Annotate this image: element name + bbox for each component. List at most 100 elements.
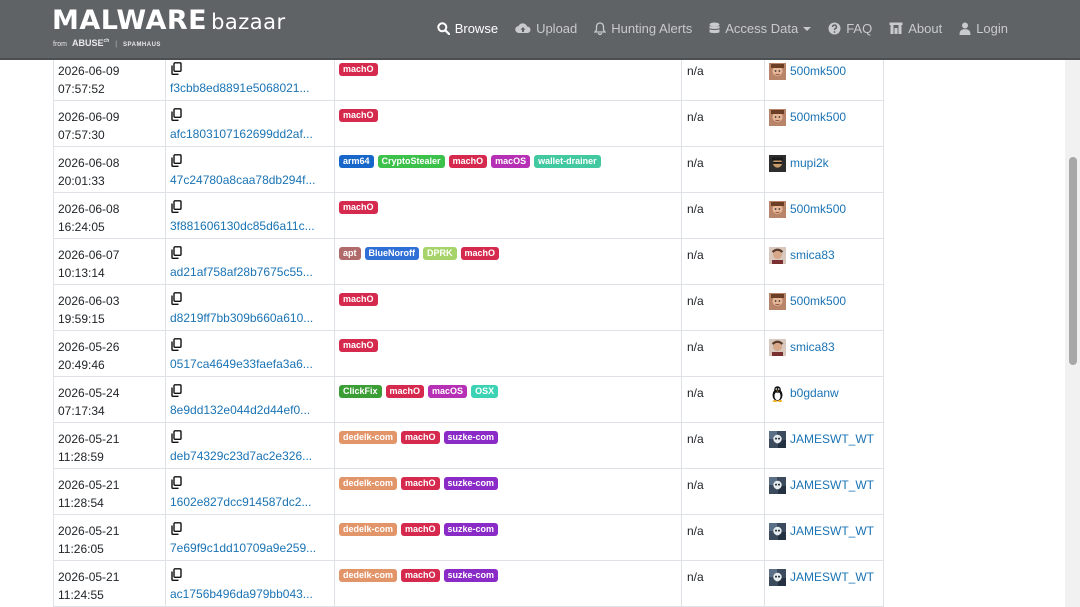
- tag-badge[interactable]: DPRK: [423, 247, 457, 260]
- brand-subtitle: bazaar: [211, 10, 286, 34]
- tag-badge[interactable]: suzke-com: [443, 569, 499, 582]
- sha256-hash-link[interactable]: ac1756b496da979bb043...: [170, 584, 330, 604]
- tag-badge[interactable]: machO: [460, 247, 500, 260]
- tag-badge[interactable]: machO: [401, 431, 440, 444]
- copy-icon[interactable]: [171, 430, 330, 444]
- hash-cell: deb74329c23d7ac2e326...: [165, 422, 335, 469]
- nav-hunting-alerts[interactable]: Hunting Alerts: [594, 21, 692, 36]
- tag-badge[interactable]: machO: [401, 569, 440, 582]
- skull-avatar: [769, 522, 786, 540]
- first-seen-date: 2026-05-21: [58, 478, 120, 492]
- tags-cell: ClickFix machO macOS OSX: [334, 376, 682, 423]
- tag-badge[interactable]: arm64: [339, 155, 374, 168]
- tag-badge[interactable]: machO: [385, 385, 425, 398]
- chevron-down-icon: [803, 27, 812, 31]
- reporter-link[interactable]: smica83: [790, 338, 835, 356]
- penguin-avatar: [769, 384, 786, 402]
- sha256-hash-link[interactable]: 47c24780a8caa78db294f...: [170, 170, 330, 190]
- nav-upload[interactable]: Upload: [515, 21, 577, 36]
- tag-badge[interactable]: ClickFix: [339, 385, 382, 398]
- tags-cell: machO: [334, 100, 682, 147]
- tag-badge[interactable]: OSX: [471, 385, 499, 398]
- tag-badge[interactable]: machO: [339, 201, 378, 214]
- reporter: JAMESWT_WT: [769, 568, 879, 586]
- date-cell: 2026-05-21 11:28:59: [53, 422, 166, 469]
- reporter-link[interactable]: JAMESWT_WT: [790, 568, 874, 586]
- reporter-link[interactable]: JAMESWT_WT: [790, 522, 874, 540]
- tag-badge[interactable]: dedelk-com: [339, 523, 398, 536]
- scrollbar-thumb[interactable]: [1069, 157, 1077, 365]
- scrollbar[interactable]: [1065, 60, 1080, 607]
- tag-badge[interactable]: macOS: [491, 155, 531, 168]
- tag-badge[interactable]: machO: [339, 293, 378, 306]
- sha256-hash-link[interactable]: 3f881606130dc85d6a11c...: [170, 216, 330, 236]
- reporter-link[interactable]: JAMESWT_WT: [790, 476, 874, 494]
- copy-icon[interactable]: [171, 568, 330, 582]
- brand-byline: from ABUSEch | SPAMHAUS: [53, 38, 161, 48]
- tag-badge[interactable]: suzke-com: [443, 477, 499, 490]
- tag-badge[interactable]: apt: [339, 247, 361, 260]
- reporter-link[interactable]: smica83: [790, 246, 835, 264]
- nav-faq[interactable]: FAQ: [828, 21, 872, 36]
- nav-browse[interactable]: Browse: [437, 21, 498, 36]
- copy-icon[interactable]: [171, 476, 330, 490]
- nav-login[interactable]: Login: [959, 21, 1008, 36]
- nav-about[interactable]: About: [889, 21, 942, 36]
- sha256-hash-link[interactable]: 0517ca4649e33faefa3a6...: [170, 354, 330, 374]
- tag-badge[interactable]: wallet-drainer: [534, 155, 601, 168]
- first-seen-time: 19:59:15: [58, 312, 105, 326]
- face-avatar: [769, 200, 786, 218]
- tags-cell: machO: [334, 284, 682, 331]
- sha256-hash-link[interactable]: d8219ff7bb309b660a610...: [170, 308, 330, 328]
- table-row: 2026-06-03 19:59:15 d8219ff7bb309b660a61…: [53, 284, 884, 331]
- table-row: 2026-05-26 20:49:46 0517ca4649e33faefa3a…: [53, 330, 884, 377]
- first-seen-date: 2026-06-07: [58, 248, 120, 262]
- tag-badge[interactable]: BlueNoroff: [364, 247, 419, 260]
- reporter-link[interactable]: b0gdanw: [790, 384, 839, 402]
- sha256-hash-link[interactable]: f3cbb8ed8891e5068021...: [170, 78, 330, 98]
- copy-icon[interactable]: [171, 522, 330, 536]
- tag-badge[interactable]: machO: [448, 155, 488, 168]
- copy-icon[interactable]: [171, 246, 330, 260]
- reporter-link[interactable]: JAMESWT_WT: [790, 430, 874, 448]
- reporter-link[interactable]: 500mk500: [790, 292, 846, 310]
- tag-badge[interactable]: suzke-com: [443, 431, 499, 444]
- spamhaus-logo-text: SPAMHAUS: [123, 42, 161, 48]
- sha256-hash-link[interactable]: 7e69f9c1dd10709a9e259...: [170, 538, 330, 558]
- sha256-hash-link[interactable]: deb74329c23d7ac2e326...: [170, 446, 330, 466]
- tag-badge[interactable]: machO: [401, 523, 440, 536]
- nav-access-data[interactable]: Access Data: [709, 21, 812, 36]
- table-row: 2026-06-09 07:57:30 afc1803107162699dd2a…: [53, 100, 884, 147]
- samples-table-container: 2026-06-09 07:57:52 f3cbb8ed8891e5068021…: [53, 54, 884, 607]
- reporter-link[interactable]: mupi2k: [790, 154, 829, 172]
- sha256-hash-link[interactable]: 1602e827dcc914587dc2...: [170, 492, 330, 512]
- copy-icon[interactable]: [171, 384, 330, 398]
- copy-icon[interactable]: [171, 108, 330, 122]
- tag-badge[interactable]: machO: [339, 63, 378, 76]
- tag-badge[interactable]: CryptoStealer: [377, 155, 445, 168]
- signature-value: n/a: [687, 478, 704, 492]
- tag-badge[interactable]: suzke-com: [443, 523, 499, 536]
- tag-badge[interactable]: dedelk-com: [339, 431, 398, 444]
- sha256-hash-link[interactable]: ad21af758af28b7675c55...: [170, 262, 330, 282]
- brand-logo[interactable]: MALWARE bazaar from ABUSEch | SPAMHAUS: [52, 6, 286, 49]
- copy-icon[interactable]: [171, 62, 330, 76]
- copy-icon[interactable]: [171, 338, 330, 352]
- reporter-link[interactable]: 500mk500: [790, 108, 846, 126]
- tag-badge[interactable]: dedelk-com: [339, 569, 398, 582]
- sha256-hash-link[interactable]: afc1803107162699dd2af...: [170, 124, 330, 144]
- tag-badge[interactable]: dedelk-com: [339, 477, 398, 490]
- copy-icon[interactable]: [171, 200, 330, 214]
- tag-badge[interactable]: machO: [401, 477, 440, 490]
- copy-icon[interactable]: [171, 154, 330, 168]
- reporter-cell: JAMESWT_WT: [764, 560, 884, 607]
- reporter-link[interactable]: 500mk500: [790, 62, 846, 80]
- tag-badge[interactable]: macOS: [428, 385, 468, 398]
- copy-icon[interactable]: [171, 292, 330, 306]
- tag-badge[interactable]: machO: [339, 339, 378, 352]
- tags-cell: dedelk-com machO suzke-com: [334, 514, 682, 561]
- sha256-hash-link[interactable]: 8e9dd132e044d2d44ef0...: [170, 400, 330, 420]
- tag-badge[interactable]: machO: [339, 109, 378, 122]
- reporter-link[interactable]: 500mk500: [790, 200, 846, 218]
- date-cell: 2026-06-08 16:24:05: [53, 192, 166, 239]
